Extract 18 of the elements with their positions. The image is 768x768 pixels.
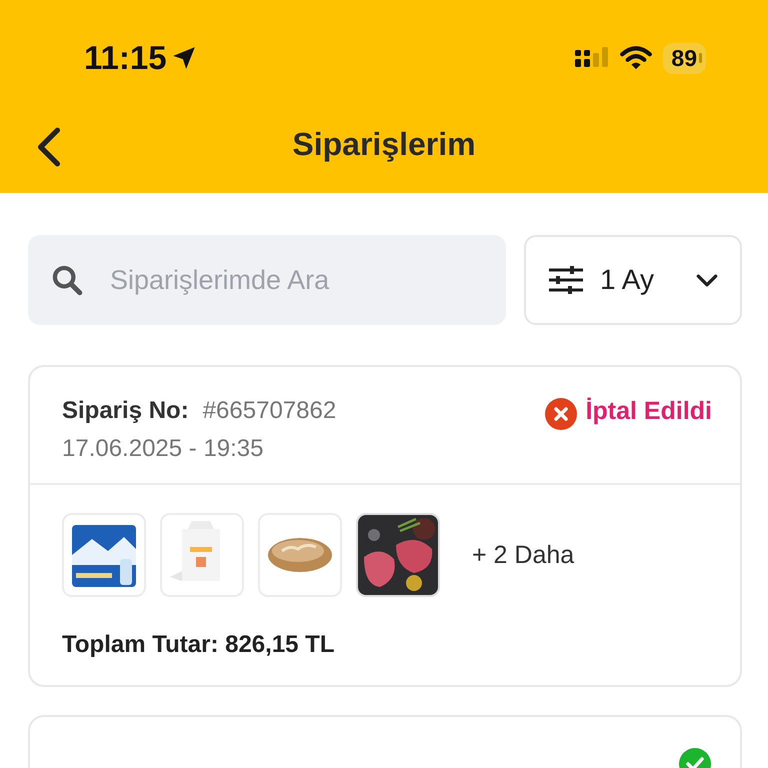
period-filter-dropdown[interactable]: 1 Ay xyxy=(524,235,742,325)
location-arrow-icon xyxy=(170,45,197,71)
wifi-icon xyxy=(619,46,654,70)
order-card[interactable]: Sipariş No: #665707862 17.06.2025 - 19:35 İptal Edildi + 2 Daha Toplam Tutar: 826,15 TL xyxy=(28,365,742,687)
order-number-label: Sipariş No: xyxy=(62,397,189,425)
search-field[interactable]: Siparişlerimde Ara xyxy=(28,235,506,325)
page-title: Siparişlerim xyxy=(292,126,476,163)
order-total: Toplam Tutar: 826,15 TL xyxy=(61,630,336,660)
signal-icon xyxy=(575,47,610,69)
more-items-count: + 2 Daha xyxy=(472,540,574,570)
chevron-down-icon xyxy=(696,274,718,286)
order-number: #665707862 xyxy=(202,397,336,425)
order-date: 17.06.2025 - 19:35 xyxy=(62,435,265,463)
battery-icon: 89 xyxy=(663,42,706,74)
filter-sliders-icon xyxy=(548,265,584,295)
back-icon[interactable] xyxy=(36,126,62,168)
clock-time: 11:15 xyxy=(84,39,167,77)
order-status: İptal Edildi xyxy=(586,397,712,426)
